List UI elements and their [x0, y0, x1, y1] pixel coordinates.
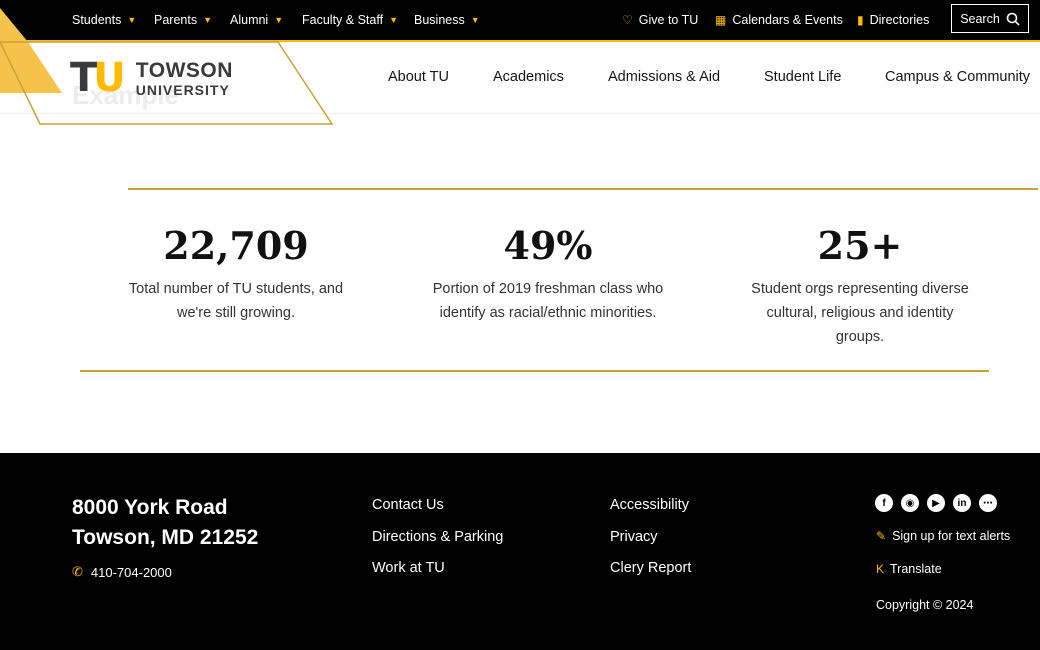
stat-description: Student orgs representing diverse cultura…	[751, 281, 969, 345]
chevron-down-icon: ▼	[470, 15, 480, 25]
alert-icon: ✎	[876, 529, 887, 543]
search-button[interactable]: Search	[951, 4, 1029, 33]
social-links: f ◉ ▶ in ⋯	[875, 494, 997, 512]
phone-number: 410-704-2000	[90, 564, 172, 580]
phone-link[interactable]: ✆ 410-704-2000	[72, 564, 172, 580]
book-icon: ▮	[857, 13, 864, 27]
stat-students: 22,709 Total number of TU students, and w…	[110, 227, 362, 325]
text-alerts-label: Sign up for text alerts	[892, 529, 1011, 543]
search-label: Search	[960, 11, 1000, 26]
nav-admissions-aid[interactable]: Admissions & Aid	[608, 69, 720, 85]
youtube-icon[interactable]: ▶	[927, 494, 945, 512]
stat-description: Total number of TU students, and we're st…	[128, 281, 344, 321]
stat-minorities: 49% Portion of 2019 freshman class who id…	[418, 227, 678, 325]
stats-top-rule	[128, 188, 1038, 190]
give-link[interactable]: ♡ Give to TU	[622, 0, 698, 40]
calendars-label: Calendars & Events	[732, 13, 843, 27]
chevron-down-icon: ▼	[389, 15, 398, 25]
nav-student-life[interactable]: Student Life	[764, 69, 841, 85]
footer-address: 8000 York Road Towson, MD 21252	[72, 496, 259, 549]
linkedin-icon[interactable]: in	[953, 494, 971, 512]
translate-icon: K	[876, 562, 885, 576]
give-label: Give to TU	[638, 13, 699, 27]
nav-campus-community[interactable]: Campus & Community	[885, 69, 1030, 85]
stat-description: Portion of 2019 freshman class who identi…	[432, 281, 664, 321]
search-icon	[1006, 12, 1020, 26]
directories-link[interactable]: ▮ Directories	[857, 0, 929, 40]
site-footer: 8000 York Road Towson, MD 21252 ✆ 410-70…	[0, 453, 1040, 650]
stat-value: 49%	[503, 223, 593, 268]
footer-link-clery[interactable]: Clery Report	[610, 560, 691, 576]
phone-icon: ✆	[72, 564, 83, 579]
footer-link-contact[interactable]: Contact Us	[372, 497, 444, 513]
audience-menu-business[interactable]: Business ▼	[414, 0, 480, 40]
stats-bottom-rule	[80, 370, 989, 372]
nav-academics[interactable]: Academics	[493, 69, 564, 85]
calendar-icon: ▦	[715, 13, 727, 27]
stat-student-orgs: 25+ Student orgs representing diverse cul…	[735, 227, 985, 349]
stat-value: 22,709	[163, 223, 309, 268]
footer-link-work[interactable]: Work at TU	[372, 560, 445, 576]
audience-label: Business	[414, 13, 465, 27]
footer-link-privacy[interactable]: Privacy	[610, 529, 658, 545]
heart-icon: ♡	[622, 13, 633, 27]
nav-about-tu[interactable]: About TU	[388, 69, 449, 85]
facebook-icon[interactable]: f	[875, 494, 893, 512]
footer-link-directions[interactable]: Directions & Parking	[372, 529, 503, 545]
tu-logo[interactable]: TU TOWSON UNIVERSITY	[70, 58, 233, 98]
copyright: Copyright © 2024	[876, 598, 974, 612]
directories-label: Directories	[869, 13, 930, 27]
logo-mark: TU	[70, 55, 126, 101]
translate-link[interactable]: K Translate	[876, 562, 942, 576]
more-icon[interactable]: ⋯	[979, 494, 997, 512]
text-alerts-link[interactable]: ✎ Sign up for text alerts	[876, 529, 1010, 543]
translate-label: Translate	[890, 562, 942, 576]
logo-wordmark: TOWSON UNIVERSITY	[135, 58, 233, 98]
calendars-link[interactable]: ▦ Calendars & Events	[715, 0, 843, 40]
instagram-icon[interactable]: ◉	[901, 494, 919, 512]
footer-link-accessibility[interactable]: Accessibility	[610, 497, 689, 513]
stat-value: 25+	[817, 223, 903, 268]
